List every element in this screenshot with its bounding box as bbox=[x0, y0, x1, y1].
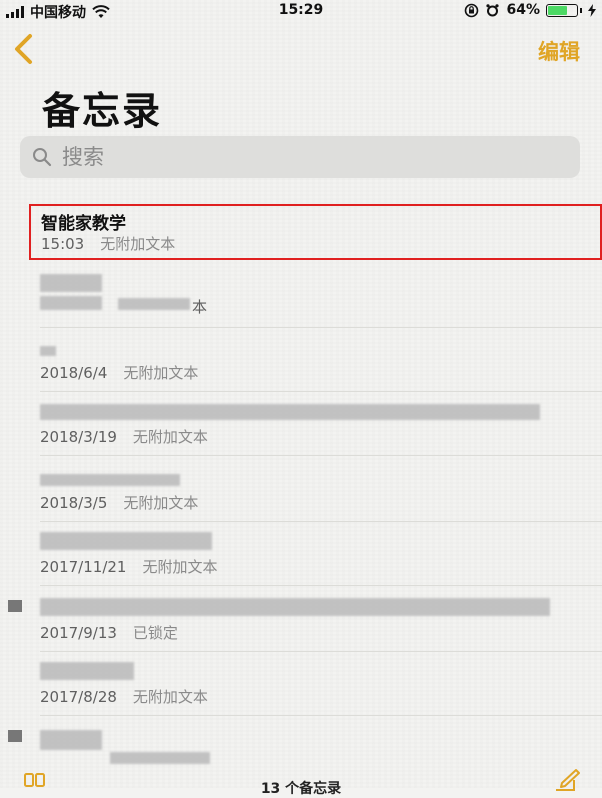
note-count: 13 个备忘录 bbox=[260, 781, 342, 797]
note-item[interactable]: 2018/6/4 无附加文本 bbox=[40, 328, 602, 392]
search-icon bbox=[33, 148, 52, 167]
note-meta: 2017/11/21 无附加文本 bbox=[40, 556, 217, 577]
redacted-date bbox=[40, 296, 102, 310]
redacted-title bbox=[40, 274, 102, 292]
orientation-lock-icon bbox=[465, 3, 479, 17]
redacted-title bbox=[40, 598, 550, 616]
charging-icon bbox=[588, 3, 596, 17]
redacted-title bbox=[40, 730, 102, 750]
note-item[interactable]: 2017/8/28 无附加文本 bbox=[40, 652, 602, 716]
note-title: 智能家教学 bbox=[41, 214, 126, 234]
redacted-title bbox=[40, 474, 180, 486]
note-date: 2017/9/13 bbox=[40, 624, 117, 642]
note-meta: 2018/6/4 无附加文本 bbox=[40, 362, 198, 383]
note-item[interactable]: 2017/11/21 无附加文本 bbox=[40, 522, 602, 586]
note-subtitle: 无附加文本 bbox=[132, 428, 208, 446]
page-title: 备忘录 bbox=[42, 89, 163, 133]
note-item[interactable]: 智能家教学 15:03 无附加文本 bbox=[29, 204, 602, 260]
note-meta: 15:03 无附加文本 bbox=[41, 233, 175, 254]
battery-icon bbox=[546, 3, 582, 17]
note-subtitle: 无附加文本 bbox=[142, 558, 218, 576]
row-marker bbox=[8, 600, 22, 612]
edit-button[interactable]: 编辑 bbox=[538, 36, 580, 66]
search-bar[interactable] bbox=[20, 136, 580, 178]
note-meta: 本 bbox=[192, 296, 207, 317]
note-subtitle: 无附加文本 bbox=[100, 235, 176, 253]
row-marker bbox=[8, 730, 22, 742]
note-item[interactable]: 2017/9/13 已锁定 bbox=[40, 588, 602, 652]
redacted-text bbox=[110, 752, 210, 764]
note-item[interactable]: 2018/3/19 无附加文本 bbox=[40, 392, 602, 456]
compose-icon[interactable] bbox=[554, 768, 580, 792]
redacted-title bbox=[40, 532, 212, 550]
note-subtitle: 无附加文本 bbox=[132, 688, 208, 706]
note-subtitle: 本 bbox=[192, 298, 208, 316]
note-date: 2018/3/19 bbox=[40, 428, 117, 446]
search-input[interactable] bbox=[60, 144, 544, 170]
note-subtitle: 无附加文本 bbox=[123, 364, 199, 382]
row-divider bbox=[40, 585, 602, 586]
row-divider bbox=[40, 455, 602, 456]
note-item[interactable]: 2018/3/5 无附加文本 bbox=[40, 458, 602, 522]
redacted-text bbox=[118, 298, 190, 310]
note-subtitle: 无附加文本 bbox=[123, 494, 199, 512]
note-date: 15:03 bbox=[41, 235, 85, 253]
note-item[interactable]: 本 bbox=[40, 264, 602, 328]
note-date: 2018/3/5 bbox=[40, 494, 108, 512]
note-meta: 2017/8/28 无附加文本 bbox=[40, 686, 208, 707]
chevron-left-icon[interactable] bbox=[10, 32, 40, 66]
note-date: 2018/6/4 bbox=[40, 364, 108, 382]
redacted-title bbox=[40, 346, 56, 356]
row-divider bbox=[40, 715, 602, 716]
note-meta: 2018/3/5 无附加文本 bbox=[40, 492, 198, 513]
redacted-title bbox=[40, 662, 134, 680]
note-meta: 2017/9/13 已锁定 bbox=[40, 622, 178, 643]
redacted-title bbox=[40, 404, 540, 420]
alarm-icon bbox=[486, 3, 500, 16]
note-meta: 2018/3/19 无附加文本 bbox=[40, 426, 208, 447]
note-date: 2017/11/21 bbox=[40, 558, 127, 576]
status-right: 64% bbox=[464, 2, 596, 18]
note-date: 2017/8/28 bbox=[40, 688, 117, 706]
note-subtitle: 已锁定 bbox=[132, 624, 178, 642]
note-item[interactable] bbox=[40, 718, 602, 782]
status-bar: 中国移动 15:29 64% bbox=[0, 0, 602, 22]
battery-percent: 64% bbox=[506, 2, 540, 18]
